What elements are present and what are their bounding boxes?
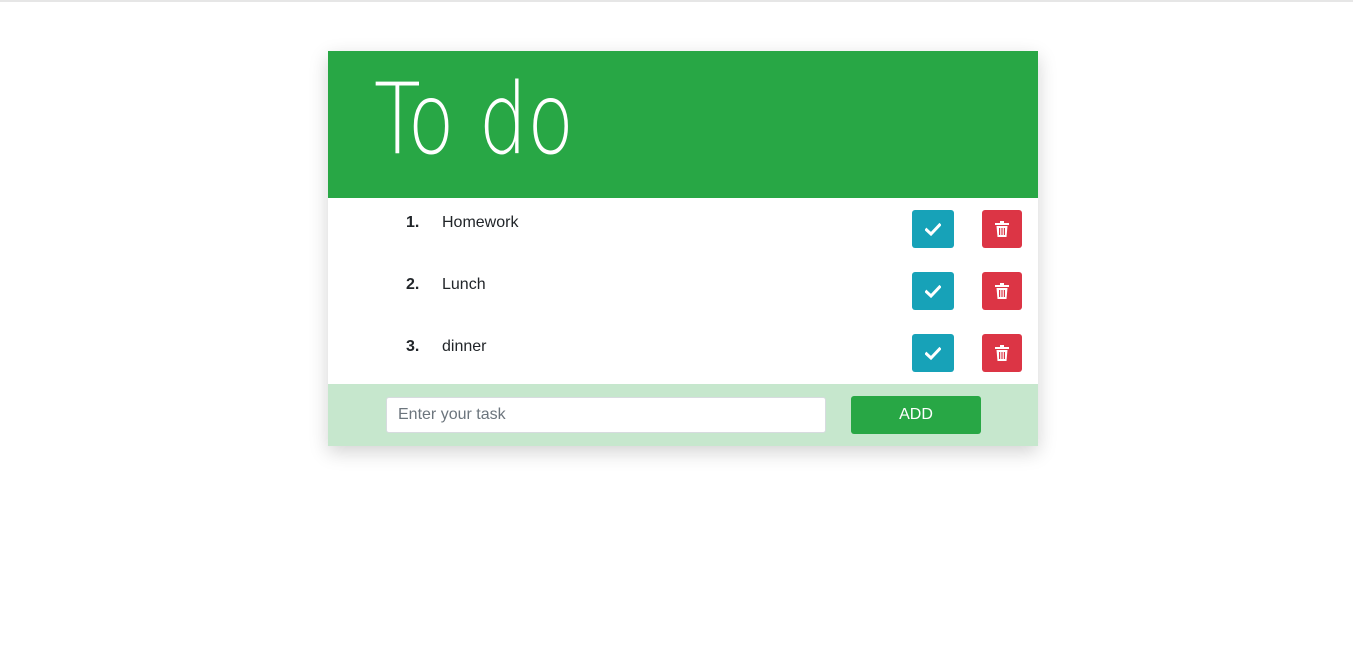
task-row: 1. Homework <box>328 198 1038 260</box>
task-list: 1. Homework 2. Lunch 3. dinner <box>328 198 1038 384</box>
task-text: Lunch <box>442 276 486 293</box>
add-task-form: ADD <box>328 384 1038 446</box>
todo-card: To do 1. Homework 2. Lunch 3. dinner Ent… <box>328 51 1038 446</box>
delete-button[interactable] <box>982 210 1022 248</box>
task-text: Homework <box>442 214 519 231</box>
todo-header: To do <box>328 51 1038 198</box>
delete-button[interactable] <box>982 272 1022 310</box>
task-row: 2. Lunch <box>328 260 1038 322</box>
page-title: To do <box>374 63 575 177</box>
delete-button[interactable] <box>982 334 1022 372</box>
task-row: 3. dinner <box>328 322 1038 384</box>
task-input[interactable] <box>386 397 826 433</box>
check-icon <box>925 346 941 360</box>
mark-done-button[interactable] <box>912 210 954 248</box>
check-icon <box>925 222 941 236</box>
mark-done-button[interactable] <box>912 272 954 310</box>
task-text: dinner <box>442 338 487 355</box>
add-button[interactable]: ADD <box>851 396 981 434</box>
mark-done-button[interactable] <box>912 334 954 372</box>
browser-top-divider <box>0 0 1353 2</box>
trash-icon <box>995 345 1009 361</box>
check-icon <box>925 284 941 298</box>
trash-icon <box>995 221 1009 237</box>
trash-icon <box>995 283 1009 299</box>
task-number: 2. <box>406 276 420 293</box>
task-number: 3. <box>406 338 420 355</box>
task-number: 1. <box>406 214 420 231</box>
